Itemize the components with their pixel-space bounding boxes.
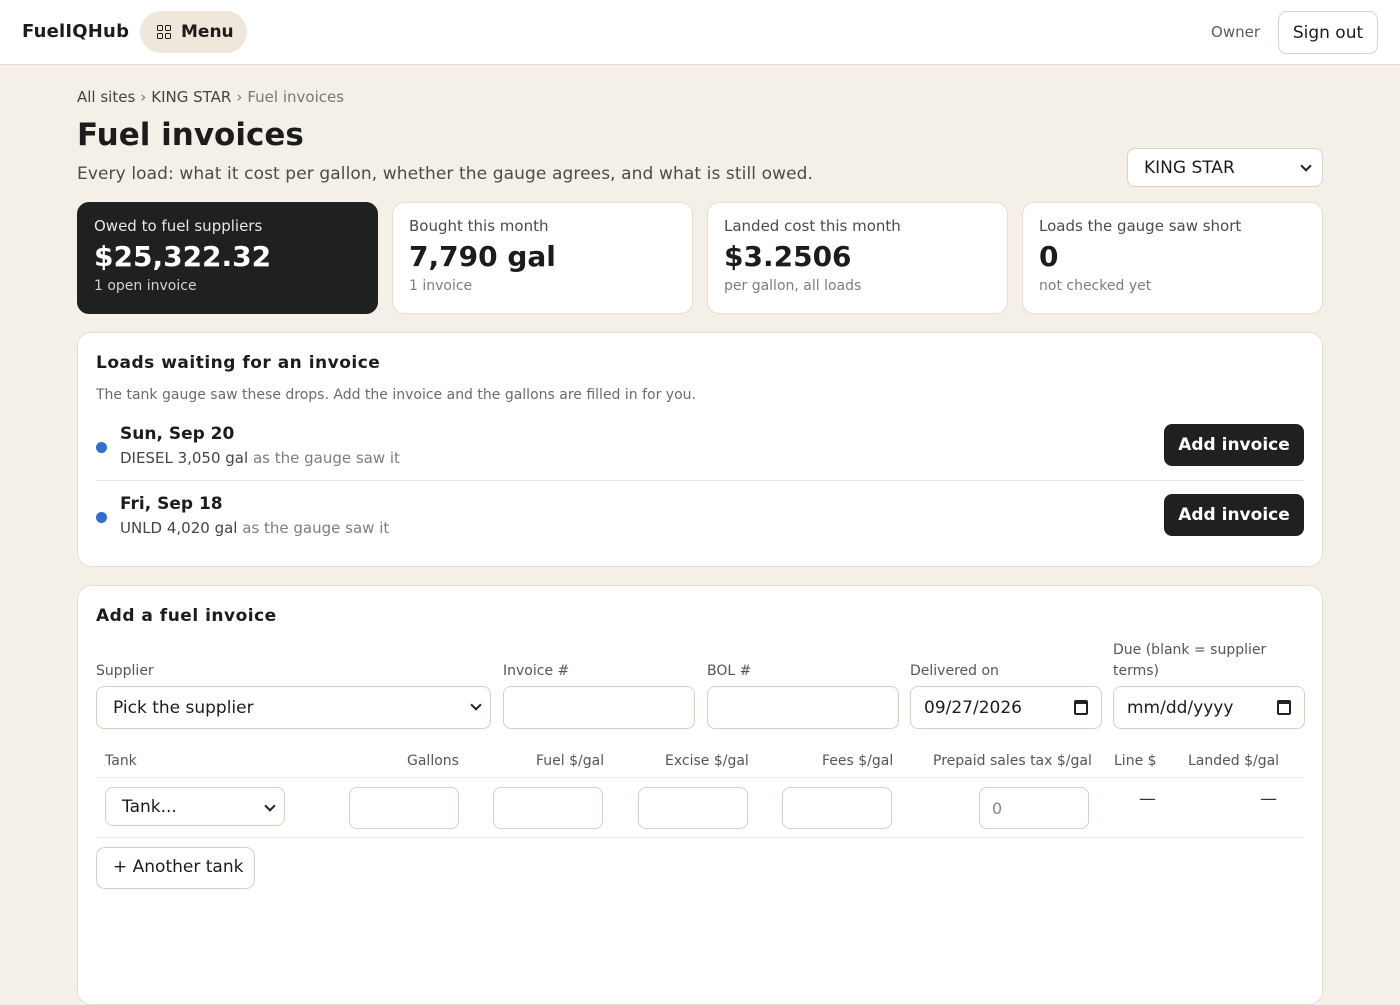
- due-date-placeholder: mm/dd/yyyy: [1127, 697, 1234, 718]
- stat-value: $25,322.32: [94, 240, 272, 273]
- stat-card-bought: Bought this month 7,790 gal 1 invoice: [392, 202, 693, 314]
- calendar-icon[interactable]: [1277, 700, 1291, 715]
- stat-sub: not checked yet: [1039, 278, 1152, 294]
- sign-out-button[interactable]: Sign out: [1278, 11, 1378, 54]
- stat-label: Bought this month: [409, 217, 549, 235]
- stat-value: 0: [1039, 240, 1059, 273]
- delivered-on-value: 09/27/2026: [924, 697, 1022, 718]
- gallons-input[interactable]: [349, 787, 459, 829]
- landed-value: —: [1260, 789, 1277, 809]
- excise-input[interactable]: [638, 787, 748, 829]
- breadcrumb-all-sites[interactable]: All sites: [77, 88, 135, 106]
- column-header-landed: Landed $/gal: [1188, 753, 1280, 769]
- load-date: Sun, Sep 20: [120, 424, 235, 444]
- breadcrumb-current: Fuel invoices: [247, 88, 345, 106]
- brand-logo[interactable]: FuelIQHub: [22, 21, 129, 42]
- column-header-gallons: Gallons: [407, 753, 459, 769]
- load-suffix: as the gauge saw it: [242, 519, 390, 537]
- page-subtitle: Every load: what it cost per gallon, whe…: [77, 164, 814, 184]
- status-dot-icon: [96, 512, 107, 523]
- stat-sub: 1 invoice: [409, 278, 473, 294]
- stat-sub: per gallon, all loads: [724, 278, 862, 294]
- tank-select-value: Tank...: [122, 796, 177, 817]
- card-title: Loads waiting for an invoice: [96, 353, 381, 373]
- breadcrumb-separator: ›: [236, 88, 243, 106]
- load-suffix: as the gauge saw it: [252, 449, 400, 467]
- invoice-number-label: Invoice #: [503, 663, 570, 679]
- stat-value: 7,790 gal: [409, 240, 556, 273]
- top-bar: FuelIQHub Menu Owner Sign out: [0, 0, 1400, 65]
- stat-card-short: Loads the gauge saw short 0 not checked …: [1022, 202, 1323, 314]
- prepaid-tax-value: 0: [992, 798, 1003, 818]
- tank-select[interactable]: Tank...: [105, 787, 285, 826]
- card-title: Add a fuel invoice: [96, 606, 277, 626]
- stat-value: $3.2506: [724, 240, 852, 273]
- fees-input[interactable]: [782, 787, 892, 829]
- add-invoice-button[interactable]: Add invoice: [1164, 424, 1304, 466]
- stats-row: Owed to fuel suppliers $25,322.32 1 open…: [77, 202, 1323, 314]
- column-header-prepaid-tax: Prepaid sales tax $/gal: [933, 753, 1092, 769]
- load-detail: DIESEL 3,050 gal as the gauge saw it: [120, 449, 400, 467]
- site-select-value: KING STAR: [1144, 157, 1235, 178]
- card-note: The tank gauge saw these drops. Add the …: [96, 387, 696, 403]
- list-item: Fri, Sep 18 UNLD 4,020 gal as the gauge …: [96, 494, 1304, 564]
- column-header-excise: Excise $/gal: [665, 753, 749, 769]
- page-title: Fuel invoices: [77, 117, 304, 153]
- bol-number-input[interactable]: [707, 686, 899, 729]
- stat-card-landed: Landed cost this month $3.2506 per gallo…: [707, 202, 1008, 314]
- table-divider: [96, 837, 1304, 838]
- prepaid-tax-input[interactable]: 0: [979, 787, 1089, 829]
- chevron-down-icon: [470, 699, 482, 711]
- breadcrumb-site[interactable]: KING STAR: [151, 88, 231, 106]
- table-divider: [96, 777, 1304, 778]
- fuel-price-input[interactable]: [493, 787, 603, 829]
- supplier-label: Supplier: [96, 663, 154, 679]
- due-label-cont: terms): [1113, 663, 1160, 679]
- divider: [96, 480, 1304, 481]
- load-date: Fri, Sep 18: [120, 494, 223, 514]
- line-total-value: —: [1139, 789, 1156, 809]
- stat-label: Landed cost this month: [724, 217, 901, 235]
- stat-label: Loads the gauge saw short: [1039, 217, 1242, 235]
- add-invoice-button[interactable]: Add invoice: [1164, 494, 1304, 536]
- pending-loads-card: Loads waiting for an invoice The tank ga…: [77, 332, 1323, 567]
- chevron-down-icon: [264, 800, 276, 812]
- menu-label: Menu: [181, 22, 234, 42]
- status-dot-icon: [96, 442, 107, 453]
- supplier-select[interactable]: Pick the supplier: [96, 686, 491, 729]
- column-header-fees: Fees $/gal: [822, 753, 894, 769]
- menu-button[interactable]: Menu: [140, 11, 247, 53]
- due-date-input[interactable]: mm/dd/yyyy: [1113, 686, 1305, 729]
- list-item: Sun, Sep 20 DIESEL 3,050 gal as the gaug…: [96, 424, 1304, 494]
- column-header-tank: Tank: [105, 753, 137, 769]
- user-role: Owner: [1211, 23, 1260, 41]
- column-header-fuel: Fuel $/gal: [536, 753, 605, 769]
- load-gallons: UNLD 4,020 gal: [120, 519, 238, 537]
- load-gallons: DIESEL 3,050 gal: [120, 449, 249, 467]
- load-detail: UNLD 4,020 gal as the gauge saw it: [120, 519, 389, 537]
- bol-number-label: BOL #: [707, 663, 752, 679]
- breadcrumb: All sites › KING STAR › Fuel invoices: [77, 88, 344, 106]
- delivered-on-label: Delivered on: [910, 663, 999, 679]
- grid-icon: [157, 25, 171, 39]
- delivered-on-input[interactable]: 09/27/2026: [910, 686, 1102, 729]
- calendar-icon[interactable]: [1074, 700, 1088, 715]
- add-invoice-card: Add a fuel invoice Supplier Pick the sup…: [77, 585, 1323, 1005]
- stat-label: Owed to fuel suppliers: [94, 217, 263, 235]
- stat-sub: 1 open invoice: [94, 278, 197, 294]
- site-select[interactable]: KING STAR: [1127, 148, 1323, 187]
- breadcrumb-separator: ›: [140, 88, 147, 106]
- supplier-select-value: Pick the supplier: [113, 697, 254, 718]
- due-label: Due (blank = supplier: [1113, 642, 1267, 658]
- chevron-down-icon: [1300, 160, 1312, 172]
- invoice-number-input[interactable]: [503, 686, 695, 729]
- column-header-line: Line $: [1114, 753, 1157, 769]
- add-another-tank-button[interactable]: + Another tank: [96, 847, 255, 889]
- stat-card-owed: Owed to fuel suppliers $25,322.32 1 open…: [77, 202, 378, 314]
